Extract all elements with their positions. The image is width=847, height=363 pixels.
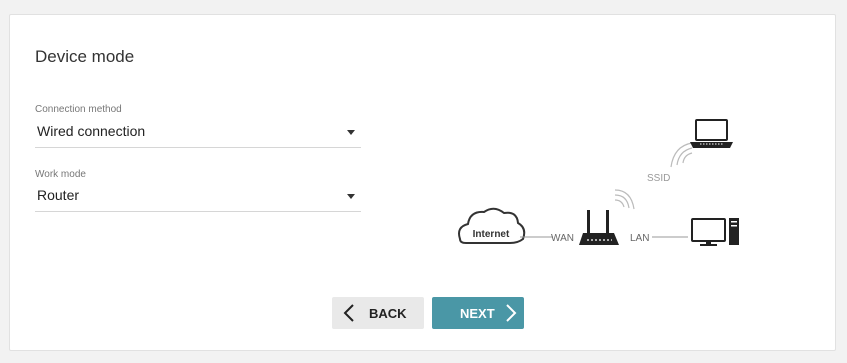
lan-label: LAN	[630, 233, 649, 244]
ssid-label: SSID	[647, 173, 670, 184]
device-mode-card: Device mode Connection method Wired conn…	[9, 14, 836, 351]
router-icon	[579, 189, 635, 245]
chevron-right-icon	[506, 304, 517, 322]
laptop-icon	[690, 119, 733, 148]
back-button[interactable]: BACK	[332, 297, 424, 329]
chevron-left-icon	[343, 304, 354, 322]
page-title: Device mode	[35, 47, 135, 66]
connection-method-label: Connection method	[35, 104, 122, 115]
desktop-computer-icon	[691, 218, 739, 246]
chevron-down-icon	[347, 194, 355, 199]
wan-label: WAN	[551, 233, 574, 244]
back-button-label: BACK	[369, 306, 407, 321]
work-mode-value: Router	[37, 187, 80, 203]
next-button-label: NEXT	[460, 306, 495, 321]
cloud-icon	[458, 207, 526, 244]
connection-method-select[interactable]: Wired connection	[35, 121, 361, 148]
work-mode-select[interactable]: Router	[35, 185, 361, 212]
connection-method-value: Wired connection	[37, 123, 146, 139]
next-button[interactable]: NEXT	[432, 297, 524, 329]
chevron-down-icon	[347, 130, 355, 135]
work-mode-label: Work mode	[35, 169, 86, 180]
wifi-signal-icon	[670, 142, 693, 168]
internet-label: Internet	[473, 229, 510, 240]
